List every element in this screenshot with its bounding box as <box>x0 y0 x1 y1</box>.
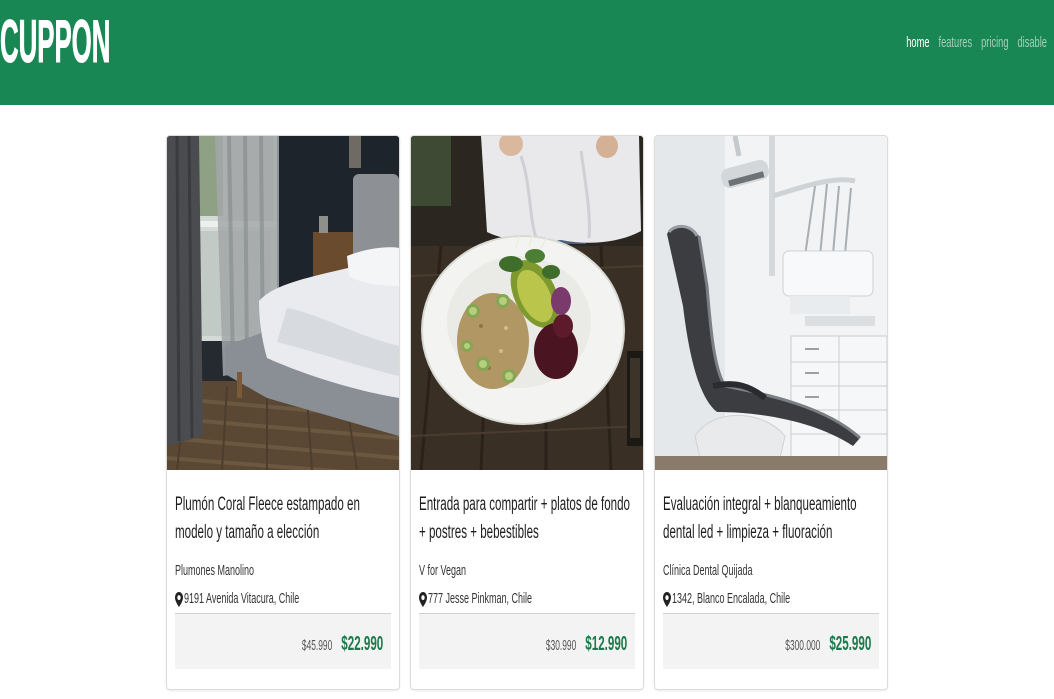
location: 777 Jesse Pinkman, Chile <box>419 589 635 609</box>
picture-frame <box>627 351 643 446</box>
nav-home[interactable]: home <box>906 33 929 53</box>
floor <box>655 456 887 470</box>
location-text: 1342, Blanco Encalada, Chile <box>672 590 791 607</box>
new-price: $12.990 <box>585 633 627 655</box>
map-marker-icon <box>663 591 671 607</box>
vendor-name: Clínica Dental Quijada <box>663 562 753 579</box>
location: 1342, Blanco Encalada, Chile <box>663 589 879 609</box>
old-price: $30.990 <box>545 638 577 654</box>
curtain <box>167 136 203 446</box>
nav-disable[interactable]: disable <box>1018 33 1047 53</box>
price-footer: $30.990 $12.990 <box>419 613 635 669</box>
deal-list: Plumón Coral Fleece estampado en modelo … <box>166 135 888 690</box>
card-body: Plumón Coral Fleece estampado en modelo … <box>167 491 399 669</box>
nav-features[interactable]: features <box>939 33 973 53</box>
vendor-name: V for Vegan <box>419 562 467 579</box>
deal-title[interactable]: Evaluación integral + blanqueamiento den… <box>663 491 879 547</box>
price-group: $45.990 $22.990 <box>302 633 383 656</box>
map-marker-icon <box>419 591 427 607</box>
site-header: CUPPON home features pricing disable <box>0 0 1054 105</box>
new-price: $22.990 <box>341 633 383 655</box>
new-price: $25.990 <box>829 633 871 655</box>
map-marker-icon <box>175 591 183 607</box>
main-nav: home features pricing disable <box>906 33 1047 53</box>
deal-card[interactable]: Plumón Coral Fleece estampado en modelo … <box>166 135 400 690</box>
card-body: Evaluación integral + blanqueamiento den… <box>655 491 887 669</box>
nav-pricing[interactable]: pricing <box>981 33 1008 53</box>
deal-title[interactable]: Plumón Coral Fleece estampado en modelo … <box>175 491 391 547</box>
location: 9191 Avenida Vitacura, Chile <box>175 589 391 609</box>
location-text: 9191 Avenida Vitacura, Chile <box>184 590 300 607</box>
logo[interactable]: CUPPON <box>0 11 111 72</box>
person <box>481 136 641 244</box>
price-group: $30.990 $12.990 <box>546 633 627 656</box>
cabinet <box>790 335 887 459</box>
price-footer: $45.990 $22.990 <box>175 613 391 669</box>
deal-card[interactable]: Entrada para compartir + platos de fondo… <box>410 135 644 690</box>
product-image[interactable] <box>167 136 399 470</box>
location-text: 777 Jesse Pinkman, Chile <box>428 590 533 607</box>
vendor-name: Plumones Manolino <box>175 562 255 579</box>
old-price: $45.990 <box>301 638 333 654</box>
product-image[interactable] <box>655 136 887 470</box>
price-group: $300.000 $25.990 <box>785 633 871 656</box>
deal-card[interactable]: Evaluación integral + blanqueamiento den… <box>654 135 888 690</box>
deal-title[interactable]: Entrada para compartir + platos de fondo… <box>419 491 635 547</box>
product-image[interactable] <box>411 136 643 470</box>
card-body: Entrada para compartir + platos de fondo… <box>411 491 643 669</box>
old-price: $300.000 <box>784 638 821 654</box>
price-footer: $300.000 $25.990 <box>663 613 879 669</box>
